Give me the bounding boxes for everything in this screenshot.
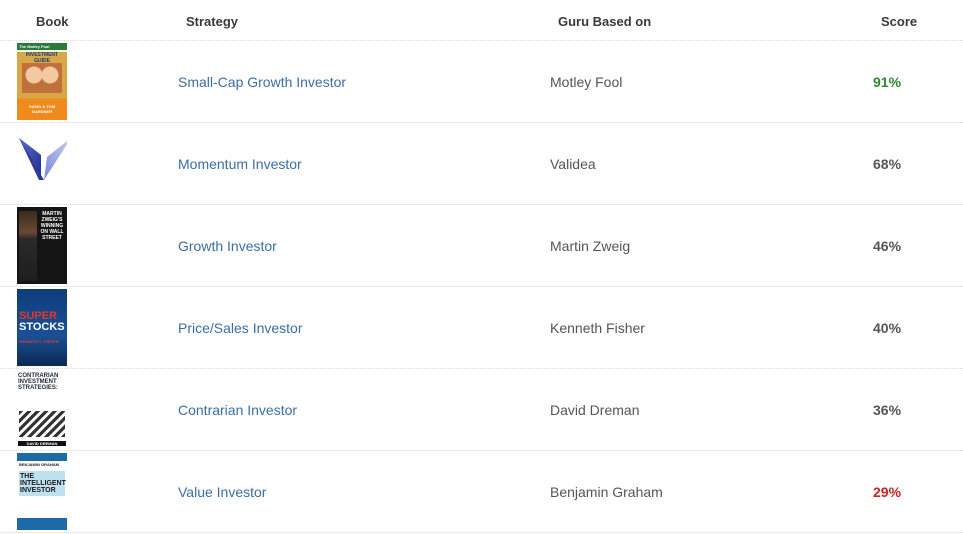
table-row: MARTIN ZWEIG'S WINNING ON WALL STREET Gr… [0,205,963,287]
score-value: 36% [873,402,902,418]
book-cover-photo [22,63,62,93]
strategy-table: Book Strategy Guru Based on Score The Mo… [0,0,963,533]
book-cover-text: The Motley Fool [19,44,50,49]
strategy-link[interactable]: Price/Sales Investor [178,320,303,336]
book-cover-contrarian[interactable]: CONTRARIAN INVESTMENT STRATEGIES: DAVID … [17,371,67,448]
book-cover-super-stocks[interactable]: SUPER STOCKS KENNETH L. FISHER [17,289,67,366]
book-cover-band [17,453,67,461]
book-cover-photo [19,211,37,281]
validea-logo-icon [19,138,67,180]
guru-name: David Dreman [550,402,640,418]
column-header-guru: Guru Based on [558,14,652,29]
strategy-link[interactable]: Value Investor [178,484,266,500]
book-cover-title: MARTIN ZWEIG'S WINNING ON WALL STREET [40,211,64,241]
guru-name: Benjamin Graham [550,484,663,500]
guru-name: Martin Zweig [550,238,631,254]
score-value: 29% [873,484,902,500]
table-row: Momentum Investor Validea 68% [0,123,963,205]
strategy-link[interactable]: Contrarian Investor [178,402,297,418]
table-row: SUPER STOCKS KENNETH L. FISHER Price/Sal… [0,287,963,369]
table-row: BENJAMIN GRAHAM THE INTELLIGENT INVESTOR… [0,451,963,533]
book-cover-photo [19,411,65,437]
table-header: Book Strategy Guru Based on Score [0,0,963,41]
book-cover-intelligent-investor[interactable]: BENJAMIN GRAHAM THE INTELLIGENT INVESTOR [17,453,67,530]
book-cover-title: STOCKS [19,321,65,333]
strategy-link[interactable]: Momentum Investor [178,156,302,172]
guru-name: Kenneth Fisher [550,320,645,336]
book-cover-zweig[interactable]: MARTIN ZWEIG'S WINNING ON WALL STREET [17,207,67,284]
table-row: The Motley Fool INVESTMENT GUIDE DAVID &… [0,41,963,123]
book-cover-author: DAVID DREMAN [18,441,66,446]
score-value: 68% [873,156,902,172]
book-cover-motley-fool[interactable]: The Motley Fool INVESTMENT GUIDE DAVID &… [17,43,67,120]
book-cover-validea[interactable] [17,125,67,202]
score-value: 46% [873,238,902,254]
book-cover-title: CONTRARIAN INVESTMENT STRATEGIES: [18,373,59,391]
table-row: CONTRARIAN INVESTMENT STRATEGIES: DAVID … [0,369,963,451]
score-value: 40% [873,320,902,336]
book-cover-band [17,518,67,530]
column-header-strategy: Strategy [186,14,239,29]
column-header-book: Book [36,14,69,29]
strategy-link[interactable]: Growth Investor [178,238,277,254]
book-cover-author: BENJAMIN GRAHAM [19,462,59,467]
book-cover-author: KENNETH L. FISHER [19,339,59,344]
book-cover-title: THE INTELLIGENT INVESTOR [19,471,66,496]
score-value: 91% [873,74,902,90]
guru-name: Motley Fool [550,74,623,90]
strategy-link[interactable]: Small-Cap Growth Investor [178,74,346,90]
column-header-score: Score [881,14,918,29]
book-cover-author: DAVID & TOM GARDNER [28,104,56,114]
guru-name: Validea [550,156,596,172]
